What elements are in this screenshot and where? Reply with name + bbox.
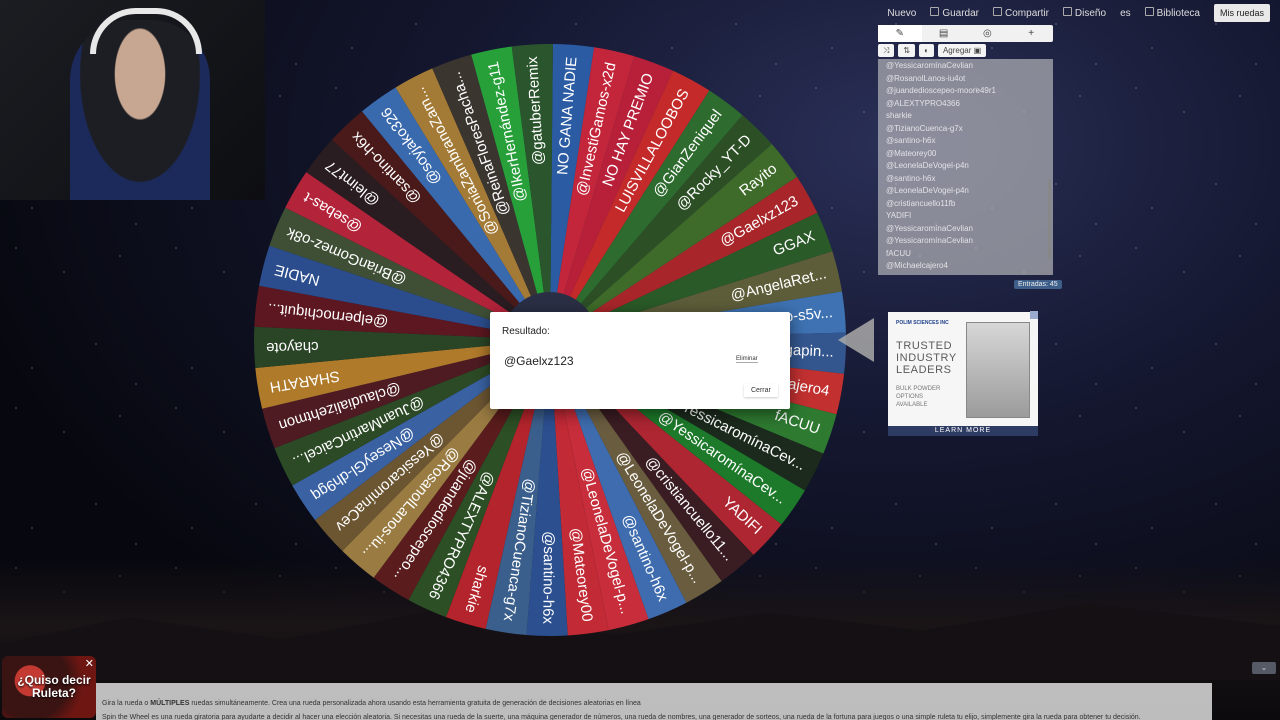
entries-textarea[interactable]: @YessicaromínaCevlian @RosanolLanos-iu4ot…	[878, 59, 1053, 275]
footer-line-2: Spin the Wheel es una rueda giratoria pa…	[102, 714, 1141, 720]
chevron-down-icon[interactable]: ⌄	[1252, 662, 1276, 674]
entry-line: @ALEXTYPRO4366	[886, 98, 960, 108]
design-label: Diseño	[1074, 8, 1107, 19]
entry-line: @santino-h6x	[886, 173, 936, 183]
entries-scrollbar[interactable]	[1048, 179, 1051, 259]
ad-close-icon[interactable]	[1030, 311, 1038, 319]
entry-line: @YessicaromínaCevlian	[886, 236, 973, 245]
library-button[interactable]: Biblioteca	[1144, 7, 1200, 19]
entry-line: @LeonelaDeVogel-p4n	[886, 161, 969, 170]
result-dialog: Resultado: @Gaelxz123 Eliminar Cerrar	[490, 312, 790, 409]
entry-line: fACUU	[886, 248, 911, 258]
tab-results[interactable]: ▤	[922, 25, 966, 42]
save-button[interactable]: Guardar	[930, 7, 979, 19]
ad-brand: POLIM SCIENCES INC	[896, 320, 949, 326]
toggle-button[interactable]: ◐	[919, 44, 934, 57]
entry-line: @santino-h6x	[886, 136, 936, 145]
result-value: @Gaelxz123	[504, 354, 574, 368]
footer-line-1-pre: Gira la rueda o	[102, 700, 151, 707]
share-icon	[993, 7, 1003, 16]
library-label: Biblioteca	[1156, 8, 1200, 19]
close-icon[interactable]: ✕	[85, 657, 94, 670]
entries-count-badge: Entradas: 45	[1014, 280, 1062, 289]
wheel-segment-label: chayote	[266, 338, 319, 356]
ad-machine-image	[966, 322, 1030, 418]
remove-button[interactable]: Eliminar	[736, 356, 758, 363]
tab-edit[interactable]: ✎	[878, 25, 922, 42]
close-button[interactable]: Cerrar	[744, 384, 778, 397]
pencil-icon	[1062, 7, 1072, 16]
design-button[interactable]: Diseño	[1062, 7, 1107, 19]
entry-line: @YessicaromínaCevlian	[886, 223, 973, 233]
share-button[interactable]: Compartir	[993, 7, 1049, 19]
panel-tabs: ✎ ▤ ◎ +	[878, 25, 1053, 42]
footer-line-1-bold: MÚLTIPLES	[150, 700, 190, 707]
entry-line: @TizianoCuenca-g7x	[886, 123, 963, 133]
entry-line: YADIFI	[886, 211, 912, 220]
suggestion-text: ¿Quiso decir Ruleta?	[17, 673, 91, 700]
wheel-segment-label: @santino-h6x	[539, 531, 557, 624]
result-title: Resultado:	[502, 326, 550, 337]
entry-line: @cristiancuello11fb	[886, 198, 956, 208]
my-wheels-button[interactable]: Mis ruedas	[1213, 4, 1270, 22]
footer-description: Gira la rueda o MÚLTIPLES ruedas simultá…	[96, 683, 1212, 720]
ad-subtext: BULK POWDER OPTIONS AVAILABLE	[896, 386, 941, 408]
entry-line: @Michaelcajero4	[886, 261, 948, 270]
footer-line-1: Gira la rueda o MÚLTIPLES ruedas simultá…	[102, 697, 1206, 711]
language-selector[interactable]: es	[1120, 8, 1131, 19]
entry-line: @Mateorey00	[886, 148, 937, 158]
headset-graphic	[90, 8, 202, 54]
share-label: Compartir	[1005, 8, 1049, 19]
tab-add-wheel[interactable]: +	[1009, 25, 1053, 42]
ad-headline: TRUSTED INDUSTRY LEADERS	[896, 340, 957, 376]
save-icon	[930, 7, 940, 16]
tab-hide[interactable]: ◎	[966, 25, 1010, 42]
suggestion-card[interactable]: ¿Quiso decir Ruleta? ✕	[2, 656, 96, 718]
top-nav: Nuevo Guardar Compartir Diseño es Biblio…	[887, 4, 1270, 22]
ad-learn-more[interactable]: LEARN MORE	[888, 426, 1038, 436]
save-label: Guardar	[942, 8, 980, 19]
entry-line: sharkie	[886, 111, 912, 120]
entry-line: @juandedioscepeo-moore49r1	[886, 86, 996, 95]
new-button[interactable]: Nuevo	[887, 8, 916, 19]
advertisement[interactable]: POLIM SCIENCES INC TRUSTED INDUSTRY LEAD…	[888, 312, 1038, 436]
sort-button[interactable]: ⇅	[898, 44, 916, 57]
entry-line: @YessicaromínaCevlian	[886, 61, 973, 70]
shuffle-button[interactable]: ⤨	[878, 44, 895, 57]
add-image-button[interactable]: Agregar ▣	[937, 44, 987, 57]
webcam-overlay	[0, 0, 265, 200]
entries-panel: ✎ ▤ ◎ + ⤨ ⇅ ◐ Agregar ▣ @YessicaromínaCe…	[878, 25, 1053, 278]
panel-toolbar: ⤨ ⇅ ◐ Agregar ▣	[878, 44, 1053, 57]
entry-line: @LeonelaDeVogel-p4n	[886, 186, 969, 195]
entry-line: @RosanolLanos-iu4ot	[886, 73, 966, 83]
footer-line-1-post: ruedas simultáneamente. Crea una rueda p…	[189, 700, 641, 707]
globe-icon	[1144, 7, 1154, 16]
wheel-pointer	[838, 318, 874, 362]
